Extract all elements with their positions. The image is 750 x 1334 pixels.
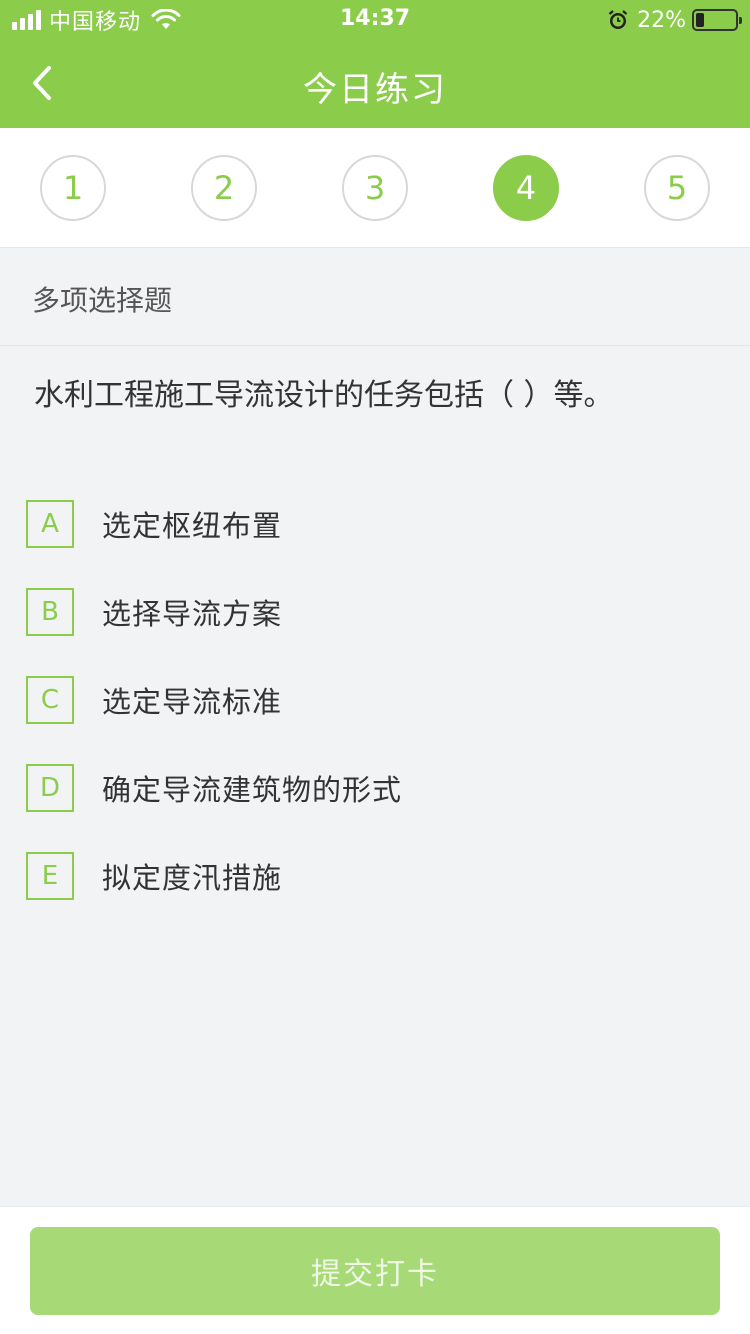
question-number-4[interactable]: 4 [493, 155, 559, 221]
option-letter: E [26, 852, 74, 900]
option-text: 确定导流建筑物的形式 [102, 773, 403, 807]
header: 中国移动 14:37 22% 今日练习 [0, 0, 750, 128]
battery-fill [696, 13, 704, 27]
bottom-bar: 提交打卡 [0, 1206, 750, 1334]
page-title: 今日练习 [303, 70, 447, 110]
question-number-5[interactable]: 5 [644, 155, 710, 221]
option-letter: A [26, 500, 74, 548]
status-bar: 中国移动 14:37 22% [0, 0, 750, 40]
question-number-1[interactable]: 1 [40, 155, 106, 221]
option-letter: C [26, 676, 74, 724]
option-letter: B [26, 588, 74, 636]
option-c[interactable]: C 选定导流标准 [26, 676, 726, 724]
option-text: 拟定度汛措施 [102, 861, 283, 895]
option-d[interactable]: D 确定导流建筑物的形式 [26, 764, 726, 812]
option-e[interactable]: E 拟定度汛措施 [26, 852, 726, 900]
option-text: 选定导流标准 [102, 685, 283, 719]
battery-icon [692, 9, 742, 31]
status-right: 22% [607, 6, 742, 34]
option-a[interactable]: A 选定枢纽布置 [26, 500, 726, 548]
option-text: 选定枢纽布置 [102, 509, 283, 543]
question-number-2[interactable]: 2 [191, 155, 257, 221]
question-type: 多项选择题 [0, 248, 750, 346]
option-letter: D [26, 764, 74, 812]
option-text: 选择导流方案 [102, 597, 283, 631]
question-text: 水利工程施工导流设计的任务包括（ ）等。 [34, 378, 614, 413]
option-b[interactable]: B 选择导流方案 [26, 588, 726, 636]
battery-percent: 22% [637, 7, 686, 33]
question-number-row: 1 2 3 4 5 [0, 128, 750, 248]
nav-bar: 今日练习 [0, 40, 750, 128]
submit-checkin-button[interactable]: 提交打卡 [30, 1227, 720, 1315]
alarm-icon [608, 10, 628, 29]
question-number-3[interactable]: 3 [342, 155, 408, 221]
